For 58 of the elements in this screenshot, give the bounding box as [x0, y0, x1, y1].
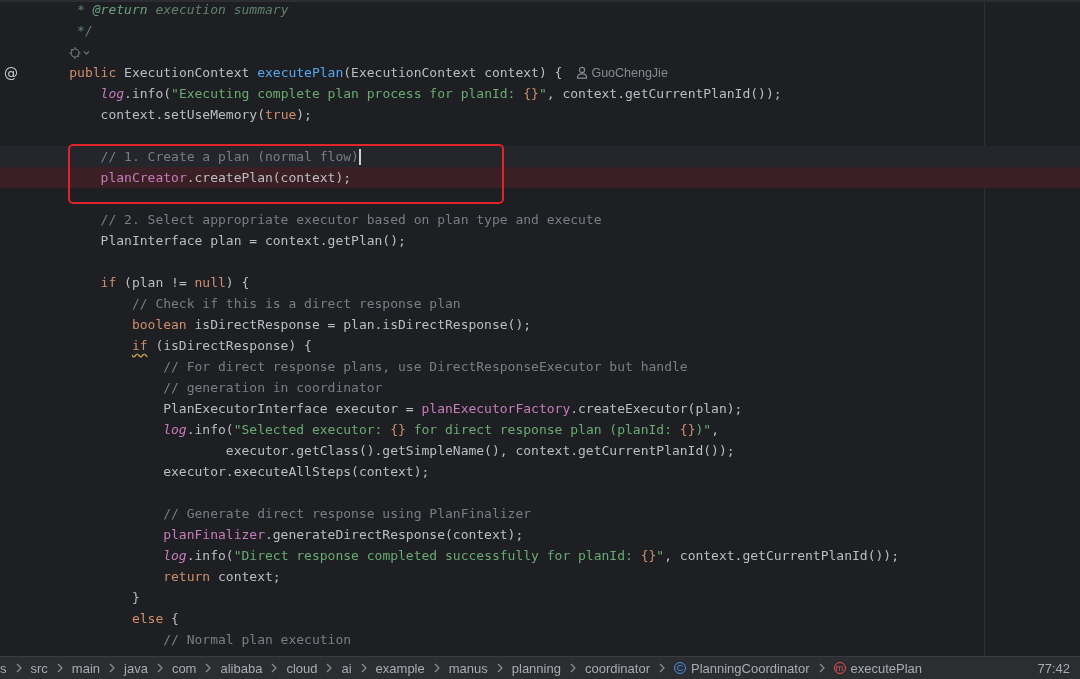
chevron-right-icon [271, 663, 278, 673]
breadcrumb-item[interactable]: java [124, 660, 148, 676]
breadcrumb-item[interactable]: executePlan [850, 660, 923, 676]
breadcrumb-item[interactable]: com [171, 660, 197, 676]
breadcrumb-item[interactable]: example [375, 660, 425, 676]
breadcrumb-item[interactable]: ai [341, 660, 352, 676]
breadcrumb-item[interactable]: cloud [286, 660, 318, 676]
author-hint[interactable]: GuoChengJie [591, 65, 668, 80]
code-line: // 2. Select appropriate executor based on plan type and execute [100, 212, 602, 227]
code-line: */ [76, 23, 93, 38]
code-line: log.info("Direct response completed successfully for planId: {}", context.getCurrentPlanId()); [163, 548, 899, 563]
code-line: return context; [163, 569, 281, 584]
chevron-right-icon [326, 663, 333, 673]
code-line: if (plan != null) { [100, 275, 250, 290]
code-line: log.info("Selected executor: {} for direct response plan (planId: {})", [163, 422, 719, 437]
code-line: planCreator.createPlan(context); [100, 170, 352, 185]
breadcrumb-item[interactable]: PlanningCoordinator [690, 660, 810, 676]
breadcrumb-item[interactable]: coordinator [584, 660, 650, 676]
chevron-right-icon [569, 663, 576, 673]
chevron-right-icon [56, 663, 63, 673]
code-line: executor.executeAllSteps(context); [163, 464, 430, 479]
code-line: } [131, 590, 140, 605]
code-line: * @return execution summary [76, 2, 289, 17]
inlay-hint-icon [69, 45, 92, 60]
code-line: else { [131, 611, 179, 626]
code-line: executor.getClass().getSimpleName(), context.getCurrentPlanId()); [224, 443, 735, 458]
code-line: PlanInterface plan = context.getPlan(); [100, 233, 406, 248]
chevron-right-icon [433, 663, 440, 673]
chevron-right-icon [818, 663, 825, 673]
chevron-right-icon [109, 663, 116, 673]
breadcrumb-item[interactable]: planning [511, 660, 561, 676]
breadcrumb-item[interactable]: main [71, 660, 101, 676]
code-line: // 1. Create a plan (normal flow) [100, 149, 359, 164]
code-line: // Normal plan execution [163, 632, 352, 647]
chevron-right-icon [658, 663, 665, 673]
breadcrumb-item[interactable]: s [0, 660, 7, 676]
code-line: planFinalizer.generateDirectResponse(context); [163, 527, 524, 542]
breadcrumb-item[interactable]: manus [448, 660, 488, 676]
chevron-right-icon [205, 663, 212, 673]
code-line: // For direct response plans, use DirectResponseExecutor but handle [163, 359, 688, 374]
breadcrumb-item[interactable]: src [30, 660, 48, 676]
code-line: if (isDirectResponse) { [131, 338, 312, 353]
chevron-right-icon [15, 663, 22, 673]
gutter-mark[interactable]: @ [4, 64, 18, 81]
code-line: log.info("Executing complete plan process for planId: {}", context.getCurrentPlanId()); [100, 86, 782, 101]
chevron-right-icon [156, 663, 163, 673]
person-icon [576, 66, 589, 79]
chevron-right-icon [496, 663, 503, 673]
code-line: context.setUseMemory(true); [100, 107, 312, 122]
code-line: // Generate direct response using PlanFinalizer [163, 506, 532, 521]
code-line: boolean isDirectResponse = plan.isDirectResponse(); [131, 317, 532, 332]
code-line: PlanExecutorInterface executor = planExecutorFactory.createExecutor(plan); [163, 401, 743, 416]
code-line: public ExecutionContext executePlan(ExecutionContext context) { [69, 65, 563, 80]
caret-position[interactable]: 77:42 [1037, 660, 1070, 676]
code-line: // Check if this is a direct response plan [131, 296, 461, 311]
breadcrumb-item[interactable]: alibaba [220, 660, 263, 676]
code-line: // generation in coordinator [163, 380, 383, 395]
chevron-right-icon [360, 663, 367, 673]
